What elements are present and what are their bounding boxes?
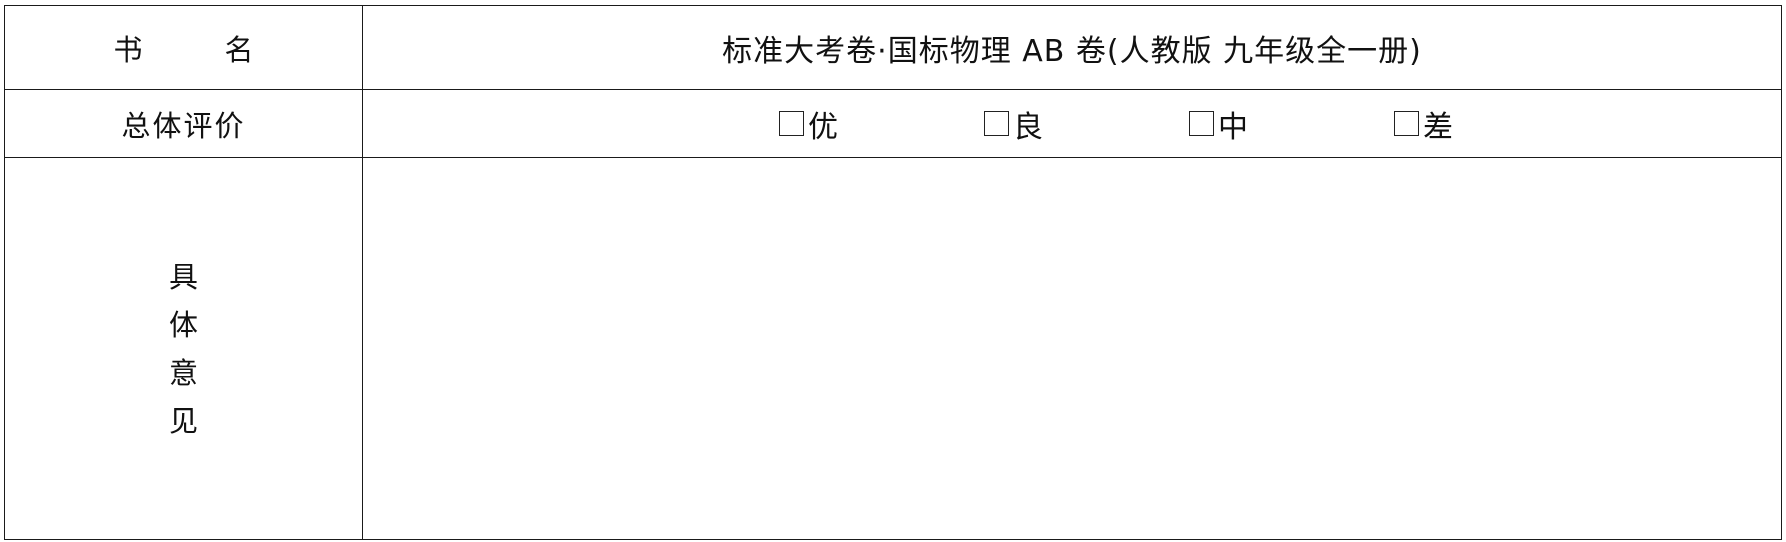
specific-opinion-label-cell: 具 体 意 见 [4,157,363,540]
rating-option-label: 优 [808,109,838,145]
book-title-value: 标准大考卷·国标物理 AB 卷(人教版 九年级全一册) [722,33,1422,69]
book-title-label-cell: 书 名 [4,5,363,90]
rating-option-label: 差 [1423,109,1453,145]
specific-opinion-label-char: 意 [168,355,198,390]
checkbox-icon[interactable] [984,111,1009,136]
rating-option-good[interactable]: 良 [984,102,1043,146]
book-title-label: 书 名 [113,27,253,69]
specific-opinion-input-area[interactable] [362,157,1782,540]
rating-option-average[interactable]: 中 [1189,102,1248,146]
book-title-value-cell: 标准大考卷·国标物理 AB 卷(人教版 九年级全一册) [362,5,1782,90]
specific-opinion-label-char: 具 [168,259,198,294]
book-title-label-char: 书 [113,32,143,67]
checkbox-icon[interactable] [1394,111,1419,136]
specific-opinion-label-char: 见 [168,403,198,438]
rating-option-label: 良 [1013,109,1043,145]
specific-opinion-row: 具 体 意 见 [4,157,1782,540]
rating-option-label: 中 [1218,109,1248,145]
specific-opinion-label: 具 体 意 见 [169,262,198,436]
book-title-row: 书 名 标准大考卷·国标物理 AB 卷(人教版 九年级全一册) [4,5,1782,90]
checkbox-icon[interactable] [779,111,804,136]
overall-rating-options-cell: 优 良 中 差 [362,89,1782,158]
rating-option-poor[interactable]: 差 [1394,102,1453,146]
book-title-label-char: 名 [224,32,254,67]
rating-options: 优 良 中 差 [363,102,1781,146]
overall-rating-label: 总体评价 [121,108,246,143]
overall-rating-label-cell: 总体评价 [4,89,363,158]
feedback-form-table: 书 名 标准大考卷·国标物理 AB 卷(人教版 九年级全一册) 总体评价 优 良 [4,5,1782,540]
rating-option-excellent[interactable]: 优 [779,102,838,146]
specific-opinion-label-char: 体 [168,307,198,342]
overall-rating-row: 总体评价 优 良 中 差 [4,89,1782,158]
checkbox-icon[interactable] [1189,111,1214,136]
